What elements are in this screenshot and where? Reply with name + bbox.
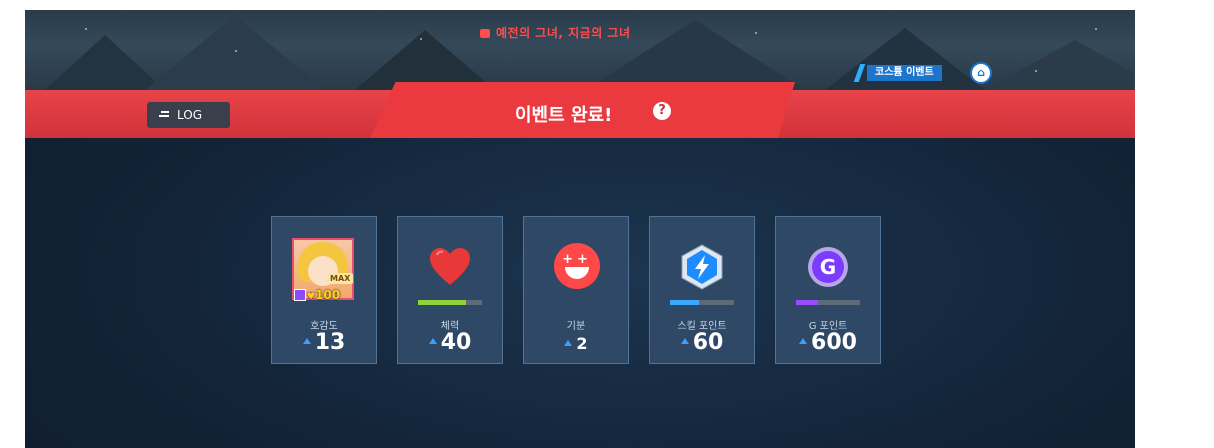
- increase-arrow-icon: [564, 339, 573, 346]
- svg-text:G: G: [820, 255, 836, 279]
- costume-event-label: 코스튬 이벤트: [867, 65, 942, 81]
- stat-value: 60: [650, 330, 754, 355]
- increase-arrow-icon: [680, 338, 689, 344]
- stat-card-skill-points: 스킬 포인트 60: [649, 216, 755, 364]
- event-title-text: 예전의 그녀, 지금의 그녀: [496, 26, 631, 40]
- stat-card-affinity: ♥100 MAX 호감도 13: [271, 216, 377, 364]
- question-icon[interactable]: ?: [653, 102, 671, 120]
- stat-value: 40: [398, 330, 502, 355]
- stat-card-mood: ++ 기분 2: [523, 216, 629, 364]
- g-coin-icon: G: [808, 247, 848, 287]
- g-points-bar: [796, 300, 860, 305]
- happy-face-icon: ++: [554, 243, 600, 289]
- stamina-bar: [418, 300, 482, 305]
- heart-icon: [430, 248, 470, 285]
- list-icon: [159, 111, 169, 119]
- heart-small-icon: ♥: [307, 292, 316, 302]
- skill-points-bar: [670, 300, 734, 305]
- stat-card-stamina: 체력 40: [397, 216, 503, 364]
- log-label: LOG: [177, 108, 203, 122]
- stat-value: 600: [776, 330, 880, 355]
- increase-arrow-icon: [428, 338, 437, 344]
- stat-label: 기분: [566, 321, 586, 332]
- increase-arrow-icon: [302, 338, 311, 344]
- affinity-level: 100: [315, 288, 341, 302]
- event-title: 예전의 그녀, 지금의 그녀: [480, 24, 631, 41]
- stat-value: 2: [524, 334, 628, 353]
- increase-arrow-icon: [799, 338, 808, 344]
- lightning-gem-icon: [681, 244, 723, 290]
- hanger-icon: ⌂: [970, 62, 992, 84]
- completion-title: 이벤트 완료!: [515, 105, 613, 126]
- log-button[interactable]: LOG: [147, 102, 230, 128]
- chat-icon: [480, 29, 490, 38]
- max-badge: MAX: [327, 273, 354, 284]
- stat-card-g-points: G G 포인트 600: [775, 216, 881, 364]
- event-result-screen: 예전의 그녀, 지금의 그녀 코스튬 이벤트 ⌂ LOG 이벤트 완료! ? ♥…: [25, 10, 1135, 448]
- stat-value: 13: [272, 330, 376, 355]
- completion-banner: LOG 이벤트 완료! ?: [25, 82, 1135, 138]
- background-scene: 예전의 그녀, 지금의 그녀 코스튬 이벤트 ⌂: [25, 10, 1135, 90]
